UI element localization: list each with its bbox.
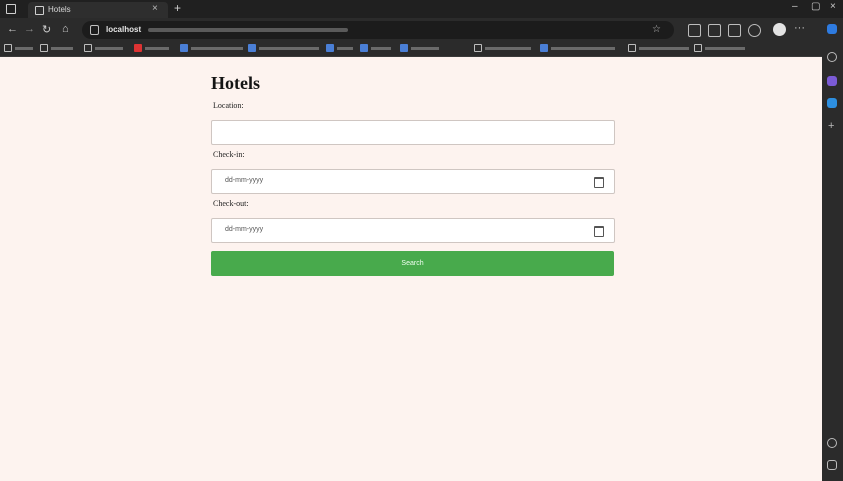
favorites-icon[interactable] — [688, 24, 701, 37]
bookmarks-bar — [0, 42, 822, 57]
bookmark-icon — [400, 44, 408, 52]
reload-icon[interactable]: ↻ — [42, 23, 51, 36]
tab-hotels[interactable]: Hotels × — [28, 2, 168, 18]
bookmark-icon — [360, 44, 368, 52]
home-icon[interactable]: ⌂ — [62, 23, 69, 35]
browser-essentials-icon[interactable] — [748, 24, 761, 37]
bookmark-item[interactable] — [540, 44, 615, 54]
location-input[interactable] — [211, 120, 615, 145]
bookmark-item[interactable] — [628, 44, 689, 54]
add-icon[interactable]: + — [828, 120, 834, 132]
bookmark-icon — [4, 44, 12, 52]
bookmark-icon — [40, 44, 48, 52]
collections-icon[interactable] — [708, 24, 721, 37]
extensions-icon[interactable] — [728, 24, 741, 37]
bookmark-icon — [84, 44, 92, 52]
checkin-label: Check-in: — [213, 150, 245, 159]
location-label: Location: — [213, 101, 244, 110]
bookmark-item[interactable] — [360, 44, 391, 54]
bookmark-item[interactable] — [4, 44, 33, 54]
search-button[interactable]: Search — [211, 251, 614, 276]
lock-icon[interactable] — [90, 25, 99, 35]
minimize-icon[interactable]: – — [792, 1, 798, 12]
calendar-icon[interactable] — [594, 226, 604, 237]
bookmark-item[interactable] — [180, 44, 243, 54]
page-title: Hotels — [211, 73, 260, 93]
bookmark-icon — [628, 44, 636, 52]
tab-title: Hotels — [48, 5, 71, 14]
settings-icon[interactable] — [827, 460, 837, 470]
tab-bar: Hotels × + – ▢ × — [0, 0, 843, 18]
close-window-icon[interactable]: × — [830, 1, 836, 12]
copilot-icon[interactable] — [827, 24, 837, 34]
bookmark-item[interactable] — [84, 44, 123, 54]
page-icon — [35, 6, 44, 15]
back-icon[interactable]: ← — [7, 23, 18, 35]
bookmark-item[interactable] — [248, 44, 319, 54]
close-tab-icon[interactable]: × — [152, 3, 158, 14]
maximize-icon[interactable]: ▢ — [811, 1, 820, 12]
bookmark-item[interactable] — [474, 44, 531, 54]
bookmark-item[interactable] — [326, 44, 353, 54]
bookmark-item[interactable] — [134, 44, 169, 54]
bookmark-icon — [180, 44, 188, 52]
bookmark-item[interactable] — [400, 44, 439, 54]
bookmark-icon — [474, 44, 482, 52]
star-icon[interactable]: ☆ — [652, 24, 661, 35]
profile-icon[interactable] — [773, 23, 786, 36]
bookmark-icon — [326, 44, 334, 52]
bookmark-icon — [694, 44, 702, 52]
forward-icon[interactable]: → — [24, 23, 35, 35]
checkin-placeholder: dd-mm-yyyy — [225, 177, 264, 184]
bookmark-item[interactable] — [694, 44, 745, 54]
tools-icon[interactable] — [827, 98, 837, 108]
window-menu-icon[interactable] — [6, 4, 16, 14]
hide-sidebar-icon[interactable] — [827, 438, 837, 448]
calendar-icon[interactable] — [594, 177, 604, 188]
checkout-label: Check-out: — [213, 199, 249, 208]
browser-sidebar: + — [822, 18, 843, 481]
new-tab-icon[interactable]: + — [174, 1, 181, 15]
bookmark-icon — [134, 44, 142, 52]
bookmark-icon — [248, 44, 256, 52]
page-viewport: Hotels Location: Check-in: dd-mm-yyyy Ch… — [0, 57, 822, 481]
shopping-icon[interactable] — [827, 76, 837, 86]
bookmark-item[interactable] — [40, 44, 73, 54]
address-toolbar: ← → ↻ ⌂ localhost ☆ ··· — [0, 18, 843, 42]
bookmark-icon — [540, 44, 548, 52]
more-icon[interactable]: ··· — [794, 22, 805, 34]
url-field[interactable]: localhost ☆ — [82, 21, 674, 39]
search-icon[interactable] — [827, 52, 837, 62]
checkout-placeholder: dd-mm-yyyy — [225, 226, 264, 233]
url-path-blurred — [148, 28, 348, 32]
checkout-date-input[interactable]: dd-mm-yyyy — [211, 218, 615, 243]
url-host: localhost — [106, 25, 142, 34]
checkin-date-input[interactable]: dd-mm-yyyy — [211, 169, 615, 194]
